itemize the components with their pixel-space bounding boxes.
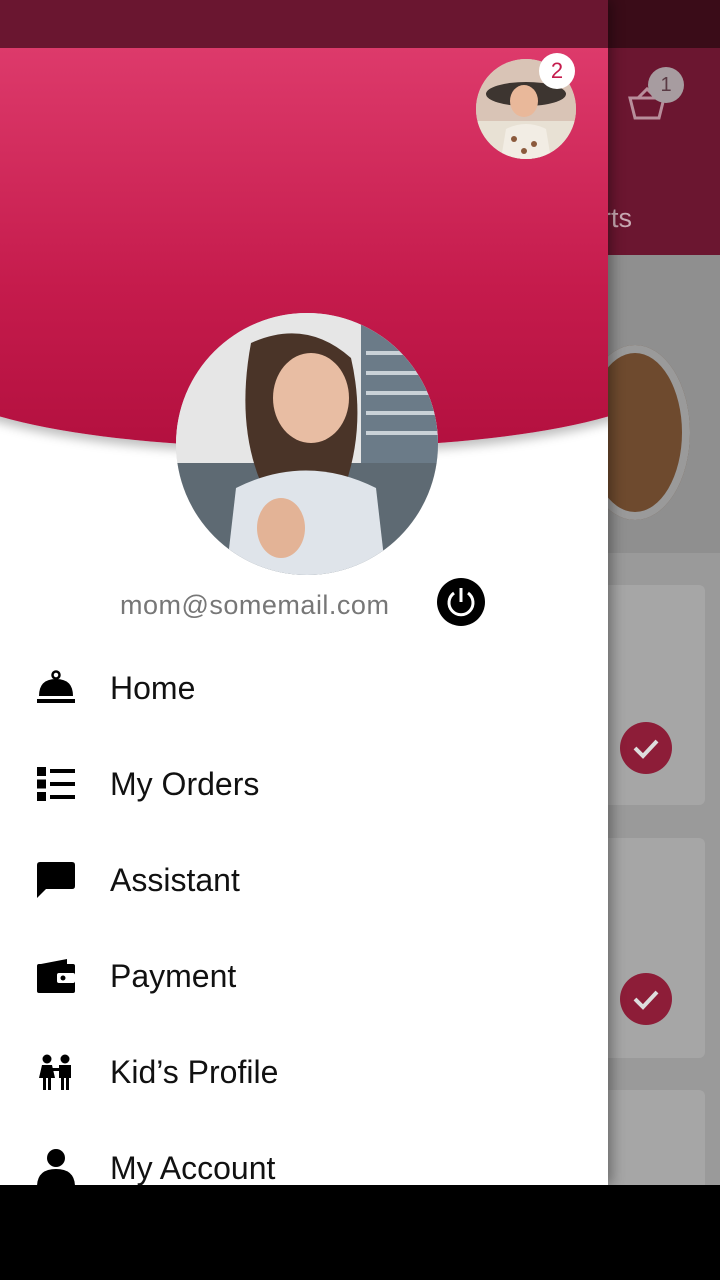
- user-email: mom@somemail.com: [120, 590, 390, 620]
- menu-item-label: My Orders: [110, 765, 260, 802]
- power-icon: [447, 588, 475, 617]
- menu-item-my-account[interactable]: My Account: [0, 1120, 608, 1185]
- menu-item-kids-profile[interactable]: Kid’s Profile: [0, 1024, 608, 1120]
- menu-item-label: Kid’s Profile: [110, 1053, 279, 1090]
- person-icon: [36, 1148, 76, 1185]
- cart-count-badge: 1: [648, 67, 684, 103]
- profile-image: [176, 313, 438, 575]
- list-icon: [36, 764, 76, 804]
- menu-item-label: Assistant: [110, 861, 240, 898]
- menu-item-home[interactable]: Home: [0, 640, 608, 736]
- profile-photo[interactable]: [176, 313, 438, 575]
- menu-item-payment[interactable]: Payment: [0, 928, 608, 1024]
- check-icon: [620, 973, 672, 1025]
- chat-icon: [36, 860, 76, 900]
- menu-item-label: Payment: [110, 957, 237, 994]
- check-icon: [620, 722, 672, 774]
- menu-item-label: Home: [110, 669, 196, 706]
- logout-button[interactable]: [437, 578, 485, 626]
- menu-item-my-orders[interactable]: My Orders: [0, 736, 608, 832]
- status-bar: [0, 0, 608, 48]
- system-navigation-bar: [0, 1185, 720, 1280]
- menu-item-label: My Account: [110, 1149, 276, 1186]
- menu-item-assistant[interactable]: Assistant: [0, 832, 608, 928]
- wallet-icon: [36, 956, 76, 996]
- navigation-drawer: 2 mom@somemail.com Home My Orders Assist…: [0, 0, 608, 1185]
- cloche-icon: [36, 668, 76, 708]
- kids-icon: [36, 1052, 76, 1092]
- notification-badge: 2: [539, 53, 575, 89]
